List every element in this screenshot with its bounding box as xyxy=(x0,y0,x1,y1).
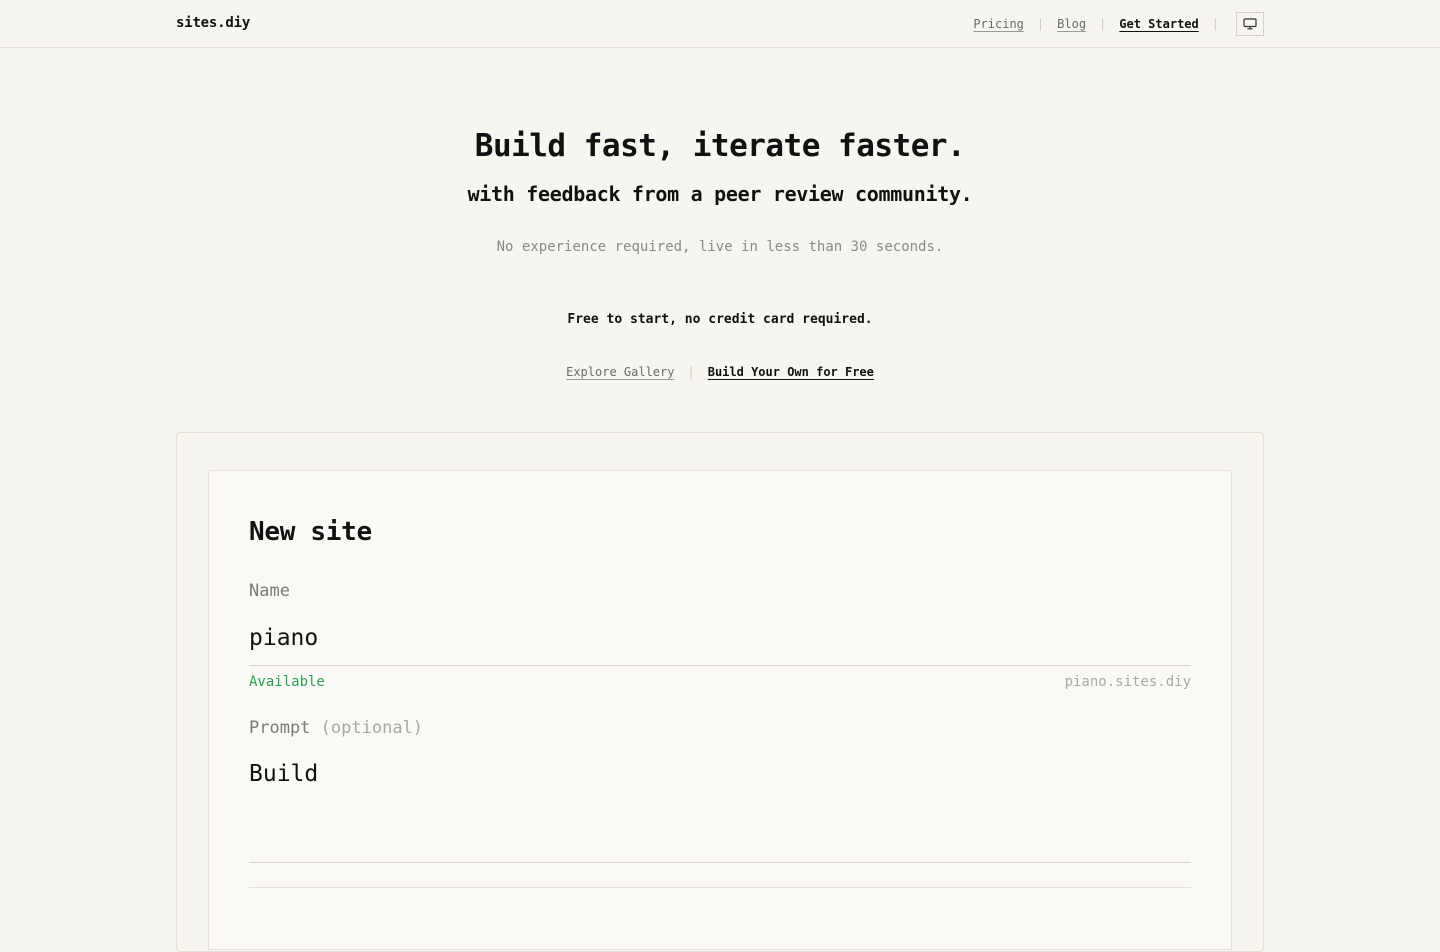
hero-title: Build fast, iterate faster. xyxy=(474,128,966,164)
explore-gallery-link[interactable]: Explore Gallery xyxy=(566,365,674,379)
name-label: Name xyxy=(249,581,290,601)
availability-status: Available xyxy=(249,674,325,690)
build-your-own-link[interactable]: Build Your Own for Free xyxy=(708,365,874,379)
prompt-label: Prompt (optional) xyxy=(249,718,423,738)
top-header: sites.diy Pricing | Blog | Get Started | xyxy=(0,0,1440,48)
cta-row: Explore Gallery | Build Your Own for Fre… xyxy=(0,365,1440,379)
site-logo[interactable]: sites.diy xyxy=(176,15,250,31)
nav-blog-link[interactable]: Blog xyxy=(1057,17,1086,31)
prompt-textarea[interactable]: Build xyxy=(249,761,1191,863)
nav-separator: | xyxy=(1036,17,1045,31)
nav-get-started-link[interactable]: Get Started xyxy=(1119,17,1198,31)
prompt-label-text: Prompt xyxy=(249,718,311,738)
new-site-form: New site Name Available piano.sites.diy … xyxy=(208,470,1232,950)
nav-separator: | xyxy=(1211,17,1219,31)
new-site-card: New site Name Available piano.sites.diy … xyxy=(176,432,1264,952)
hero-subtitle: with feedback from a peer review communi… xyxy=(467,182,973,206)
nav-separator: | xyxy=(1099,17,1107,31)
free-note: Free to start, no credit card required. xyxy=(567,312,873,327)
form-title: New site xyxy=(249,517,372,547)
theme-toggle-button[interactable] xyxy=(1236,12,1264,36)
cta-separator: | xyxy=(687,365,695,379)
form-divider xyxy=(249,887,1191,888)
site-name-input[interactable] xyxy=(249,621,1191,666)
top-nav: Pricing | Blog | Get Started | xyxy=(973,12,1264,36)
domain-preview: piano.sites.diy xyxy=(1064,674,1191,690)
prompt-optional-hint: (optional) xyxy=(320,718,424,738)
hero-description: No experience required, live in less tha… xyxy=(496,239,944,255)
name-label-text: Name xyxy=(249,581,290,601)
nav-pricing-link[interactable]: Pricing xyxy=(973,17,1024,31)
monitor-icon xyxy=(1243,15,1257,34)
